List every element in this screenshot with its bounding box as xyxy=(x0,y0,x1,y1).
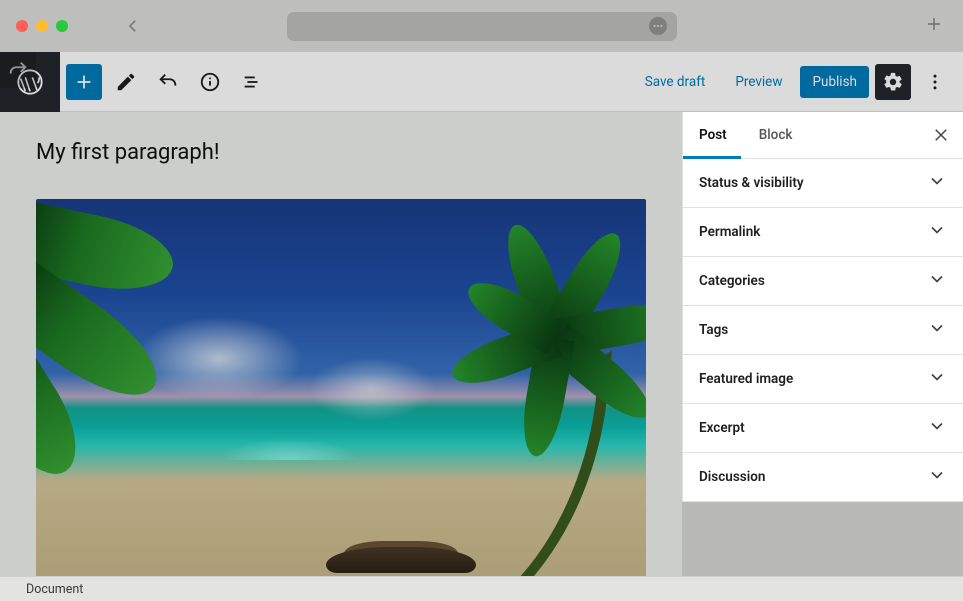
chevron-down-icon xyxy=(927,269,947,293)
panel-excerpt[interactable]: Excerpt xyxy=(683,404,963,453)
panel-permalink[interactable]: Permalink xyxy=(683,208,963,257)
panel-status-visibility[interactable]: Status & visibility xyxy=(683,159,963,208)
panel-label: Permalink xyxy=(699,224,760,240)
active-tab-indicator xyxy=(683,156,741,159)
panel-label: Discussion xyxy=(699,469,765,485)
chevron-down-icon xyxy=(927,220,947,244)
new-tab-button[interactable] xyxy=(925,15,943,37)
breadcrumb[interactable]: Document xyxy=(26,582,83,597)
panel-categories[interactable]: Categories xyxy=(683,257,963,306)
address-bar[interactable] xyxy=(287,12,677,41)
close-window-button[interactable] xyxy=(16,20,28,32)
chevron-down-icon xyxy=(927,465,947,489)
save-draft-button[interactable]: Save draft xyxy=(633,66,718,98)
sidebar-tabs: Post Block xyxy=(683,112,963,159)
editor-toolbar: Save draft Preview Publish xyxy=(60,52,963,112)
chevron-down-icon xyxy=(927,416,947,440)
tab-block[interactable]: Block xyxy=(743,112,809,159)
panel-label: Excerpt xyxy=(699,420,745,436)
panel-featured-image[interactable]: Featured image xyxy=(683,355,963,404)
site-menu-icon[interactable] xyxy=(649,17,667,35)
sidebar-overflow-bg xyxy=(682,502,963,576)
editor-canvas[interactable]: My first paragraph! xyxy=(0,112,682,576)
paragraph-block[interactable]: My first paragraph! xyxy=(36,140,646,165)
back-button[interactable] xyxy=(124,17,142,35)
maximize-window-button[interactable] xyxy=(56,20,68,32)
chevron-down-icon xyxy=(927,318,947,342)
chevron-down-icon xyxy=(927,367,947,391)
panel-discussion[interactable]: Discussion xyxy=(683,453,963,502)
tab-post[interactable]: Post xyxy=(683,112,743,159)
preview-button[interactable]: Preview xyxy=(723,66,794,98)
panel-label: Featured image xyxy=(699,371,793,387)
more-options-button[interactable] xyxy=(917,64,953,100)
window-chrome xyxy=(0,0,963,52)
wordpress-logo[interactable] xyxy=(0,52,60,112)
settings-button[interactable] xyxy=(875,64,911,100)
panel-label: Categories xyxy=(699,273,765,289)
panel-label: Status & visibility xyxy=(699,175,804,191)
close-sidebar-button[interactable] xyxy=(919,112,963,159)
settings-sidebar: Post Block Status & visibility Permalink… xyxy=(682,112,963,502)
publish-button[interactable]: Publish xyxy=(800,66,869,98)
chevron-down-icon xyxy=(927,171,947,195)
panel-label: Tags xyxy=(699,322,728,338)
image-block[interactable] xyxy=(36,199,646,576)
editor-footer: Document xyxy=(0,576,963,601)
edit-tool-button[interactable] xyxy=(108,64,144,100)
undo-button[interactable] xyxy=(150,64,186,100)
outline-button[interactable] xyxy=(234,64,270,100)
minimize-window-button[interactable] xyxy=(36,20,48,32)
info-button[interactable] xyxy=(192,64,228,100)
add-block-button[interactable] xyxy=(66,64,102,100)
panel-tags[interactable]: Tags xyxy=(683,306,963,355)
window-controls xyxy=(16,20,68,32)
